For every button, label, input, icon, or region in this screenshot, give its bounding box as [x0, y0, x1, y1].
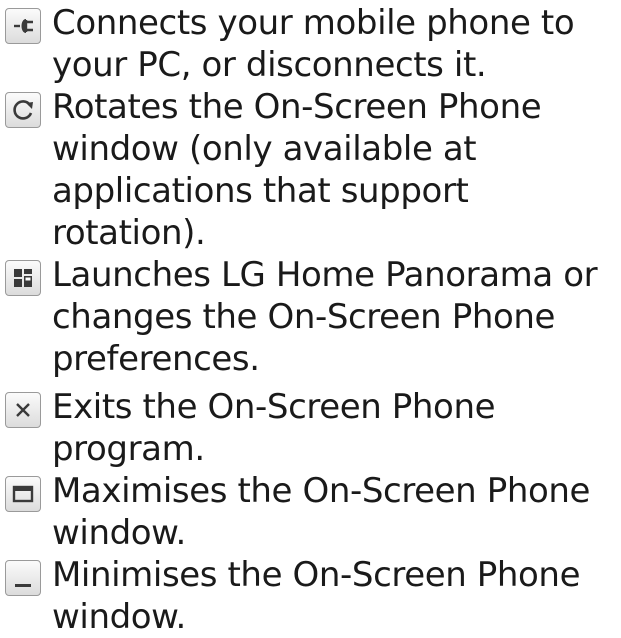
home-panorama-grid-icon[interactable]	[5, 260, 41, 296]
list-item-text: Launches LG Home Panorama or changes the…	[52, 255, 598, 379]
rotate-icon[interactable]	[5, 92, 41, 128]
list-item-text: Rotates the On-Screen Phone window (only…	[52, 87, 542, 253]
list-item-text: Connects your mobile phone to your PC, o…	[52, 3, 575, 85]
maximise-icon[interactable]	[5, 476, 41, 512]
list-item-text: Minimises the On-Screen Phone window.	[52, 555, 581, 637]
list-item-text: Maximises the On-Screen Phone window.	[52, 471, 591, 553]
list-item-text: Exits the On-Screen Phone program.	[52, 387, 496, 469]
close-icon[interactable]	[5, 392, 41, 428]
connect-plug-icon[interactable]	[5, 8, 41, 44]
minimise-icon[interactable]	[5, 560, 41, 596]
